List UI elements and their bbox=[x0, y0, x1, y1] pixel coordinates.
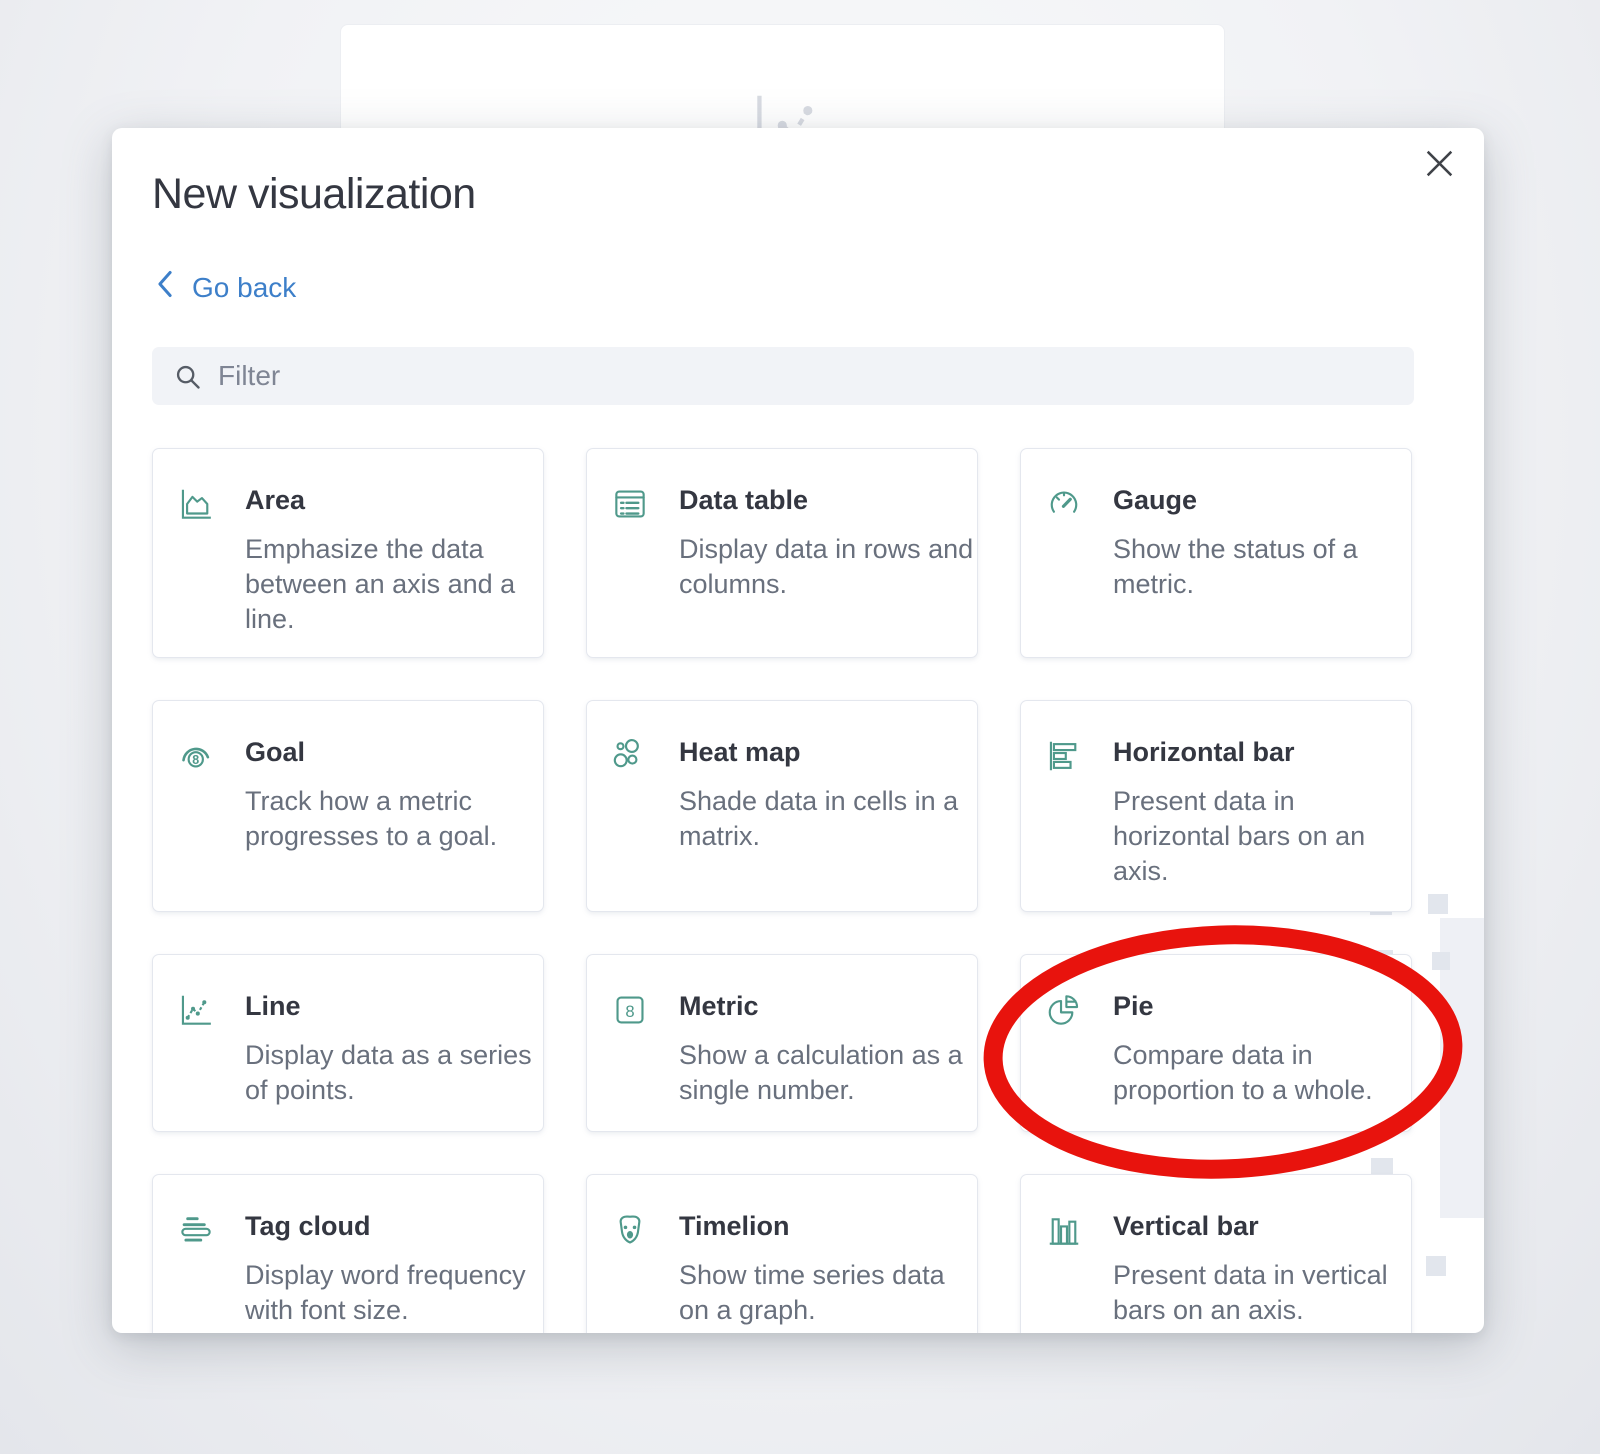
svg-text:8: 8 bbox=[192, 753, 199, 767]
card-description: Display data as a series of points. bbox=[245, 1038, 547, 1108]
viz-card-horizontal-bar[interactable]: Horizontal bar Present data in horizonta… bbox=[1020, 700, 1412, 912]
card-description: Display word frequency with font size. bbox=[245, 1258, 547, 1328]
card-description: Present data in horizontal bars on an ax… bbox=[1113, 784, 1415, 889]
viz-card-pie[interactable]: Pie Compare data in proportion to a whol… bbox=[1020, 954, 1412, 1132]
card-title: Goal bbox=[245, 737, 519, 768]
viz-card-tag-cloud[interactable]: Tag cloud Display word frequency with fo… bbox=[152, 1174, 544, 1333]
viz-card-metric[interactable]: 8 Metric Show a calculation as a single … bbox=[586, 954, 978, 1132]
chevron-left-icon bbox=[154, 270, 176, 305]
horizontal-bar-icon bbox=[1045, 737, 1083, 775]
card-title: Timelion bbox=[679, 1211, 953, 1242]
area-chart-icon bbox=[177, 485, 215, 523]
gauge-icon bbox=[1045, 485, 1083, 523]
visualization-grid: Area Emphasize the data between an axis … bbox=[152, 448, 1414, 1333]
heat-map-icon bbox=[611, 737, 649, 775]
close-icon bbox=[1426, 150, 1453, 180]
metric-icon: 8 bbox=[611, 991, 649, 1029]
card-description: Show a calculation as a single number. bbox=[679, 1038, 981, 1108]
card-description: Shade data in cells in a matrix. bbox=[679, 784, 981, 854]
viz-card-vertical-bar[interactable]: Vertical bar Present data in vertical ba… bbox=[1020, 1174, 1412, 1333]
timelion-icon bbox=[611, 1211, 649, 1249]
viz-card-area[interactable]: Area Emphasize the data between an axis … bbox=[152, 448, 544, 658]
filter-field bbox=[152, 347, 1414, 405]
card-title: Metric bbox=[679, 991, 953, 1022]
card-description: Emphasize the data between an axis and a… bbox=[245, 532, 547, 637]
card-title: Heat map bbox=[679, 737, 953, 768]
card-description: Show time series data on a graph. bbox=[679, 1258, 981, 1328]
card-title: Data table bbox=[679, 485, 953, 516]
card-title: Horizontal bar bbox=[1113, 737, 1387, 768]
card-title: Tag cloud bbox=[245, 1211, 519, 1242]
card-title: Pie bbox=[1113, 991, 1387, 1022]
watermark-square bbox=[1426, 1256, 1446, 1276]
go-back-label: Go back bbox=[192, 272, 296, 304]
card-description: Track how a metric progresses to a goal. bbox=[245, 784, 547, 854]
card-title: Vertical bar bbox=[1113, 1211, 1387, 1242]
card-description: Display data in rows and columns. bbox=[679, 532, 981, 602]
modal-title: New visualization bbox=[152, 170, 476, 219]
new-visualization-modal: New visualization Go back Area bbox=[112, 128, 1484, 1333]
card-title: Area bbox=[245, 485, 519, 516]
viz-card-data-table[interactable]: Data table Display data in rows and colu… bbox=[586, 448, 978, 658]
card-description: Show the status of a metric. bbox=[1113, 532, 1415, 602]
data-table-icon bbox=[611, 485, 649, 523]
go-back-link[interactable]: Go back bbox=[154, 270, 296, 305]
vertical-bar-icon bbox=[1045, 1211, 1083, 1249]
viz-card-timelion[interactable]: Timelion Show time series data on a grap… bbox=[586, 1174, 978, 1333]
viz-card-gauge[interactable]: Gauge Show the status of a metric. bbox=[1020, 448, 1412, 658]
viz-card-heat-map[interactable]: Heat map Shade data in cells in a matrix… bbox=[586, 700, 978, 912]
line-chart-icon bbox=[177, 991, 215, 1029]
goal-icon: 8 bbox=[177, 737, 215, 775]
close-button[interactable] bbox=[1418, 144, 1460, 186]
viz-card-line[interactable]: Line Display data as a series of points. bbox=[152, 954, 544, 1132]
watermark-square bbox=[1428, 894, 1448, 914]
svg-text:8: 8 bbox=[625, 1002, 634, 1021]
filter-input[interactable] bbox=[152, 347, 1414, 405]
card-title: Line bbox=[245, 991, 519, 1022]
search-icon bbox=[174, 363, 202, 396]
watermark-square bbox=[1432, 952, 1450, 970]
viz-card-goal[interactable]: 8 Goal Track how a metric progresses to … bbox=[152, 700, 544, 912]
card-title: Gauge bbox=[1113, 485, 1387, 516]
card-description: Present data in vertical bars on an axis… bbox=[1113, 1258, 1415, 1328]
pie-chart-icon bbox=[1045, 991, 1083, 1029]
card-description: Compare data in proportion to a whole. bbox=[1113, 1038, 1415, 1108]
tag-cloud-icon bbox=[177, 1211, 215, 1249]
